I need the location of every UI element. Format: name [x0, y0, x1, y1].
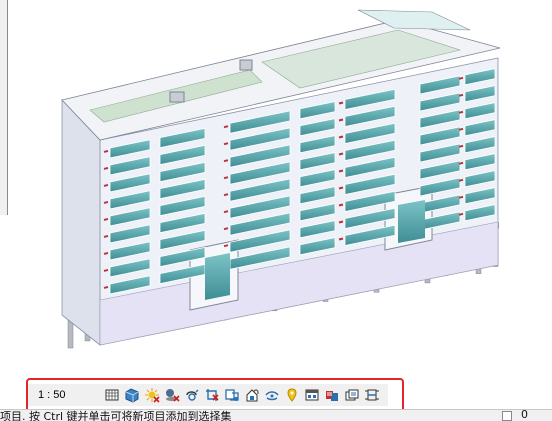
- bay-glass-left: [205, 253, 230, 300]
- side-facade: [61, 98, 101, 346]
- red-accent: [338, 152, 344, 156]
- red-accent: [103, 234, 109, 238]
- red-accent: [458, 178, 464, 182]
- red-accent: [458, 93, 464, 97]
- roof-unit: [169, 91, 185, 103]
- building-3d-model: [61, 9, 501, 349]
- sun-path-off-icon[interactable]: [144, 387, 160, 403]
- red-accent: [338, 220, 344, 224]
- view-scale[interactable]: 1 : 50: [34, 389, 100, 401]
- rendering-dialog-icon[interactable]: [184, 387, 200, 403]
- red-accent: [103, 183, 109, 187]
- red-accent: [338, 237, 344, 241]
- red-accent: [338, 118, 344, 122]
- red-accent: [103, 166, 109, 170]
- red-accent: [458, 110, 464, 114]
- roof-unit: [239, 59, 253, 71]
- detail-level-icon[interactable]: [104, 387, 120, 403]
- red-accent: [458, 127, 464, 131]
- red-accent: [103, 251, 109, 255]
- status-selection-count: 0: [521, 409, 528, 421]
- red-accent: [458, 76, 464, 80]
- red-accent: [458, 212, 464, 216]
- red-accent: [223, 193, 229, 197]
- red-accent: [103, 217, 109, 221]
- red-accent: [338, 203, 344, 207]
- horizontal-scrollbar[interactable]: [490, 392, 552, 395]
- show-analytical-model-icon[interactable]: [344, 387, 360, 403]
- red-accent: [103, 285, 109, 289]
- reveal-hidden-elements-icon[interactable]: [284, 387, 300, 403]
- status-message: 项目. 按 Ctrl 键并单击可将新项目添加到选择集: [0, 410, 232, 421]
- temporary-view-properties-icon[interactable]: [304, 387, 320, 403]
- unlock-3d-view-icon[interactable]: [244, 387, 260, 403]
- red-accent: [103, 200, 109, 204]
- red-accent: [338, 169, 344, 173]
- red-accent: [223, 142, 229, 146]
- shadows-off-icon[interactable]: [164, 387, 180, 403]
- red-accent: [458, 195, 464, 199]
- bay-glass-right: [398, 200, 425, 243]
- red-accent: [223, 159, 229, 163]
- red-accent: [458, 144, 464, 148]
- 3d-view-canvas[interactable]: [0, 0, 552, 395]
- red-accent: [338, 186, 344, 190]
- red-accent: [223, 210, 229, 214]
- view-control-bar: 1 : 50: [28, 384, 388, 406]
- red-accent: [223, 227, 229, 231]
- status-bar: 项目. 按 Ctrl 键并单击可将新项目添加到选择集 0: [0, 409, 552, 421]
- highlight-displacement-icon[interactable]: [364, 387, 380, 403]
- red-accent: [338, 135, 344, 139]
- red-accent: [338, 101, 344, 105]
- red-accent: [458, 161, 464, 165]
- crop-view-icon[interactable]: [204, 387, 220, 403]
- red-accent: [223, 125, 229, 129]
- red-accent: [223, 176, 229, 180]
- worksharing-display-icon[interactable]: [324, 387, 340, 403]
- red-accent: [223, 244, 229, 248]
- temporary-hide-isolate-icon[interactable]: [264, 387, 280, 403]
- visual-style-icon[interactable]: [124, 387, 140, 403]
- show-crop-region-icon[interactable]: [224, 387, 240, 403]
- red-accent: [103, 268, 109, 272]
- red-accent: [103, 149, 109, 153]
